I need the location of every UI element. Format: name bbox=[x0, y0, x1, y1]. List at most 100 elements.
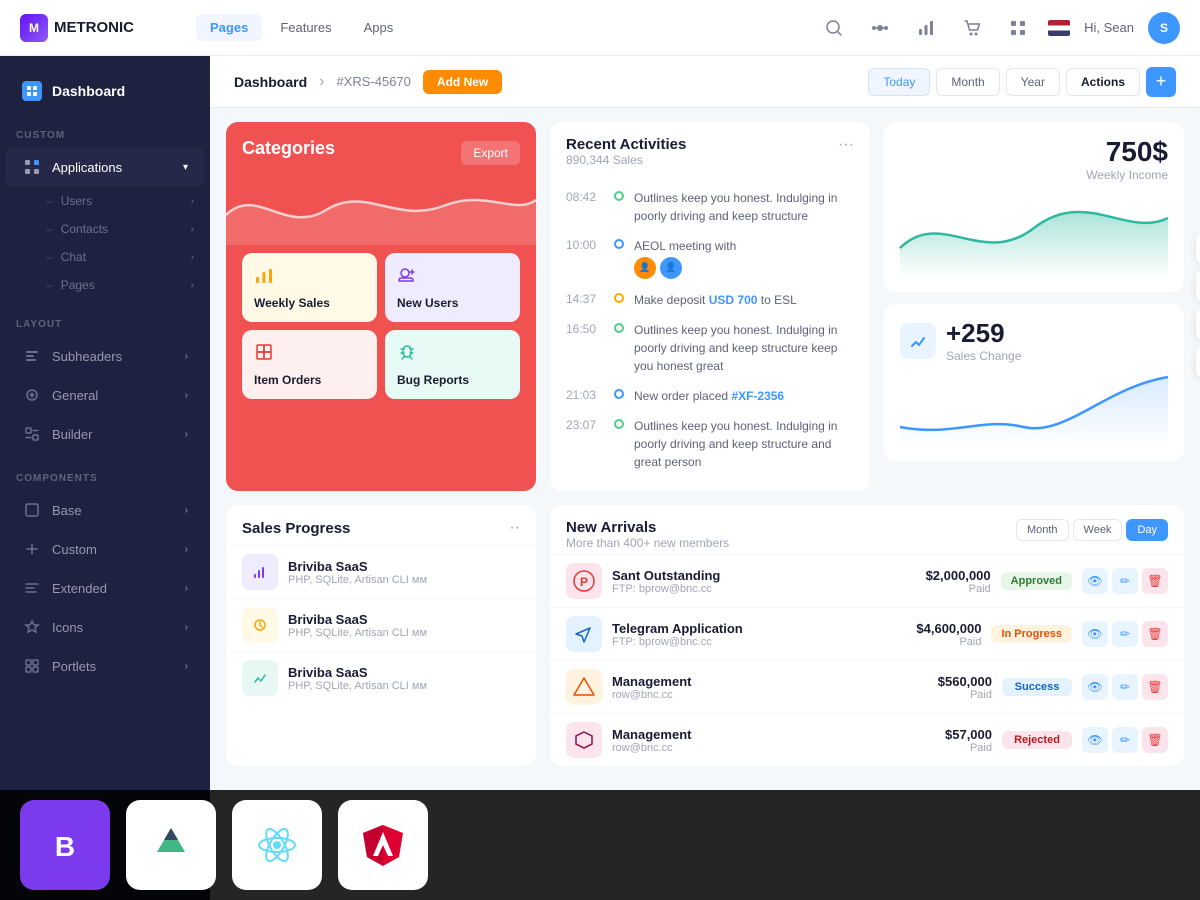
users-label: Users bbox=[61, 194, 92, 208]
sidebar-sub-contacts[interactable]: Contacts › bbox=[30, 215, 210, 243]
pages-label: Pages bbox=[61, 278, 95, 292]
send-icon[interactable] bbox=[1196, 309, 1200, 339]
arr-del-3[interactable]: 🗑 bbox=[1142, 674, 1168, 700]
icons-label: Icons bbox=[52, 620, 185, 635]
settings-icon[interactable] bbox=[1196, 271, 1200, 301]
sidebar-item-dashboard[interactable]: Dashboard bbox=[6, 72, 204, 110]
sidebar-sub-users[interactable]: Users › bbox=[30, 187, 210, 215]
arr-del-2[interactable]: 🗑 bbox=[1142, 621, 1168, 647]
item-orders-icon bbox=[254, 342, 274, 367]
sales-title: Sales Progress bbox=[242, 520, 350, 537]
sales-progress-card: Sales Progress ·· Briviba SaaS PHP, SQLi… bbox=[226, 505, 536, 766]
sidebar-item-applications[interactable]: Applications ▾ bbox=[6, 148, 204, 186]
arr-actions-1: 👁 ✏ 🗑 bbox=[1082, 568, 1168, 594]
time-btn-year[interactable]: Year bbox=[1006, 68, 1060, 96]
tl-text-5: New order placed #XF-2356 bbox=[634, 387, 854, 405]
cat-tile-new-users[interactable]: New Users bbox=[385, 253, 520, 322]
cat-tile-weekly-sales[interactable]: Weekly Sales bbox=[242, 253, 377, 322]
arr-info-3: Management row@bnc.cc bbox=[612, 674, 892, 701]
sidebar-item-builder[interactable]: Builder › bbox=[6, 415, 204, 453]
sidebar-item-custom[interactable]: Custom › bbox=[6, 530, 204, 568]
avatar-1: 👤 bbox=[634, 257, 656, 279]
applications-arrow: ▾ bbox=[183, 162, 188, 173]
add-new-button[interactable]: Add New bbox=[423, 70, 502, 94]
builder-icon bbox=[22, 424, 42, 444]
react-icon[interactable] bbox=[232, 800, 322, 890]
arr-view-4[interactable]: 👁 bbox=[1082, 727, 1108, 753]
timeline: 08:42 Outlines keep you honest. Indulgin… bbox=[550, 175, 870, 491]
analytics-icon[interactable] bbox=[910, 12, 942, 44]
cart-icon[interactable] bbox=[956, 12, 988, 44]
arr-edit-4[interactable]: ✏ bbox=[1112, 727, 1138, 753]
sales-header: Sales Progress ·· bbox=[226, 505, 536, 545]
categories-grid: Weekly Sales New Users Item Orders bbox=[242, 253, 520, 399]
time-btn-today[interactable]: Today bbox=[868, 68, 930, 96]
export-button[interactable]: Export bbox=[461, 141, 520, 165]
arr-edit-2[interactable]: ✏ bbox=[1112, 621, 1138, 647]
chat-label: Chat bbox=[61, 250, 86, 264]
avatar[interactable]: S bbox=[1148, 12, 1180, 44]
wave-chart bbox=[226, 175, 536, 245]
tl-time-4: 16:50 bbox=[566, 321, 604, 375]
base-label: Base bbox=[52, 503, 185, 518]
arr-view-3[interactable]: 👁 bbox=[1082, 674, 1108, 700]
search-icon[interactable] bbox=[818, 12, 850, 44]
arrivals-subtitle: More than 400+ new members bbox=[566, 536, 729, 550]
builder-arrow: › bbox=[185, 429, 188, 440]
time-btn-month[interactable]: Month bbox=[936, 68, 999, 96]
activities-header: Recent Activities 890,344 Sales ··· bbox=[550, 122, 870, 175]
arr-name-2: Telegram Application bbox=[612, 621, 881, 636]
nav-link-apps[interactable]: Apps bbox=[350, 14, 408, 41]
apps-grid-icon[interactable] bbox=[1002, 12, 1034, 44]
sidebar-sub-chat[interactable]: Chat › bbox=[30, 243, 210, 271]
arr-logo-3 bbox=[566, 669, 602, 705]
angular-icon[interactable] bbox=[338, 800, 428, 890]
bootstrap-icon[interactable]: B bbox=[20, 800, 110, 890]
arr-del-1[interactable]: 🗑 bbox=[1142, 568, 1168, 594]
right-column: 750$ Weekly Income bbox=[884, 122, 1184, 491]
arr-amount-4: $57,000 Paid bbox=[902, 727, 992, 754]
sidebar-item-base[interactable]: Base › bbox=[6, 491, 204, 529]
sidebar-sub-pages[interactable]: Pages › bbox=[30, 271, 210, 299]
network-icon[interactable] bbox=[864, 12, 896, 44]
new-users-label: New Users bbox=[397, 296, 458, 310]
arr-row-4: Management row@bnc.cc $57,000 Paid Rejec… bbox=[550, 713, 1184, 766]
sales-menu[interactable]: ·· bbox=[509, 519, 520, 537]
sales-icon-2 bbox=[242, 607, 278, 643]
arrivals-week-btn[interactable]: Week bbox=[1073, 519, 1123, 541]
add-plus-button[interactable]: + bbox=[1146, 67, 1176, 97]
sidebar-item-subheaders[interactable]: Subheaders › bbox=[6, 337, 204, 375]
language-flag[interactable] bbox=[1048, 20, 1070, 36]
extended-arrow: › bbox=[185, 583, 188, 594]
arrivals-month-btn[interactable]: Month bbox=[1016, 519, 1069, 541]
vue-icon[interactable] bbox=[126, 800, 216, 890]
arr-view-2[interactable]: 👁 bbox=[1082, 621, 1108, 647]
categories-card: Categories Export Weekly Sales bbox=[226, 122, 536, 491]
sidebar-item-general[interactable]: General › bbox=[6, 376, 204, 414]
sidebar-item-icons[interactable]: Icons › bbox=[6, 608, 204, 646]
arrivals-day-btn[interactable]: Day bbox=[1126, 519, 1168, 541]
activities-menu[interactable]: ··· bbox=[838, 136, 854, 154]
cat-tile-bug-reports[interactable]: Bug Reports bbox=[385, 330, 520, 399]
arr-edit-1[interactable]: ✏ bbox=[1112, 568, 1138, 594]
sales-change-card: +259 Sales Change bbox=[884, 304, 1184, 461]
notification-icon[interactable] bbox=[1196, 347, 1200, 377]
tl-dot-3 bbox=[614, 293, 624, 303]
actions-button[interactable]: Actions bbox=[1066, 68, 1140, 96]
icons-arrow: › bbox=[185, 622, 188, 633]
sidebar-item-portlets[interactable]: Portlets › bbox=[6, 647, 204, 685]
arr-del-4[interactable]: 🗑 bbox=[1142, 727, 1168, 753]
nav-link-pages[interactable]: Pages bbox=[196, 14, 262, 41]
arr-view-1[interactable]: 👁 bbox=[1082, 568, 1108, 594]
categories-title: Categories bbox=[242, 138, 335, 159]
sidebar-dashboard-label: Dashboard bbox=[52, 83, 125, 99]
arr-name-1: Sant Outstanding bbox=[612, 568, 891, 583]
sales-sub-1: PHP, SQLite, Artisan CLI мм bbox=[288, 574, 520, 586]
cat-tile-item-orders[interactable]: Item Orders bbox=[242, 330, 377, 399]
palette-icon[interactable] bbox=[1196, 233, 1200, 263]
weekly-sales-icon bbox=[254, 265, 274, 290]
nav-link-features[interactable]: Features bbox=[266, 14, 345, 41]
sidebar-item-extended[interactable]: Extended › bbox=[6, 569, 204, 607]
arr-badge-1: Approved bbox=[1001, 572, 1072, 590]
arr-edit-3[interactable]: ✏ bbox=[1112, 674, 1138, 700]
